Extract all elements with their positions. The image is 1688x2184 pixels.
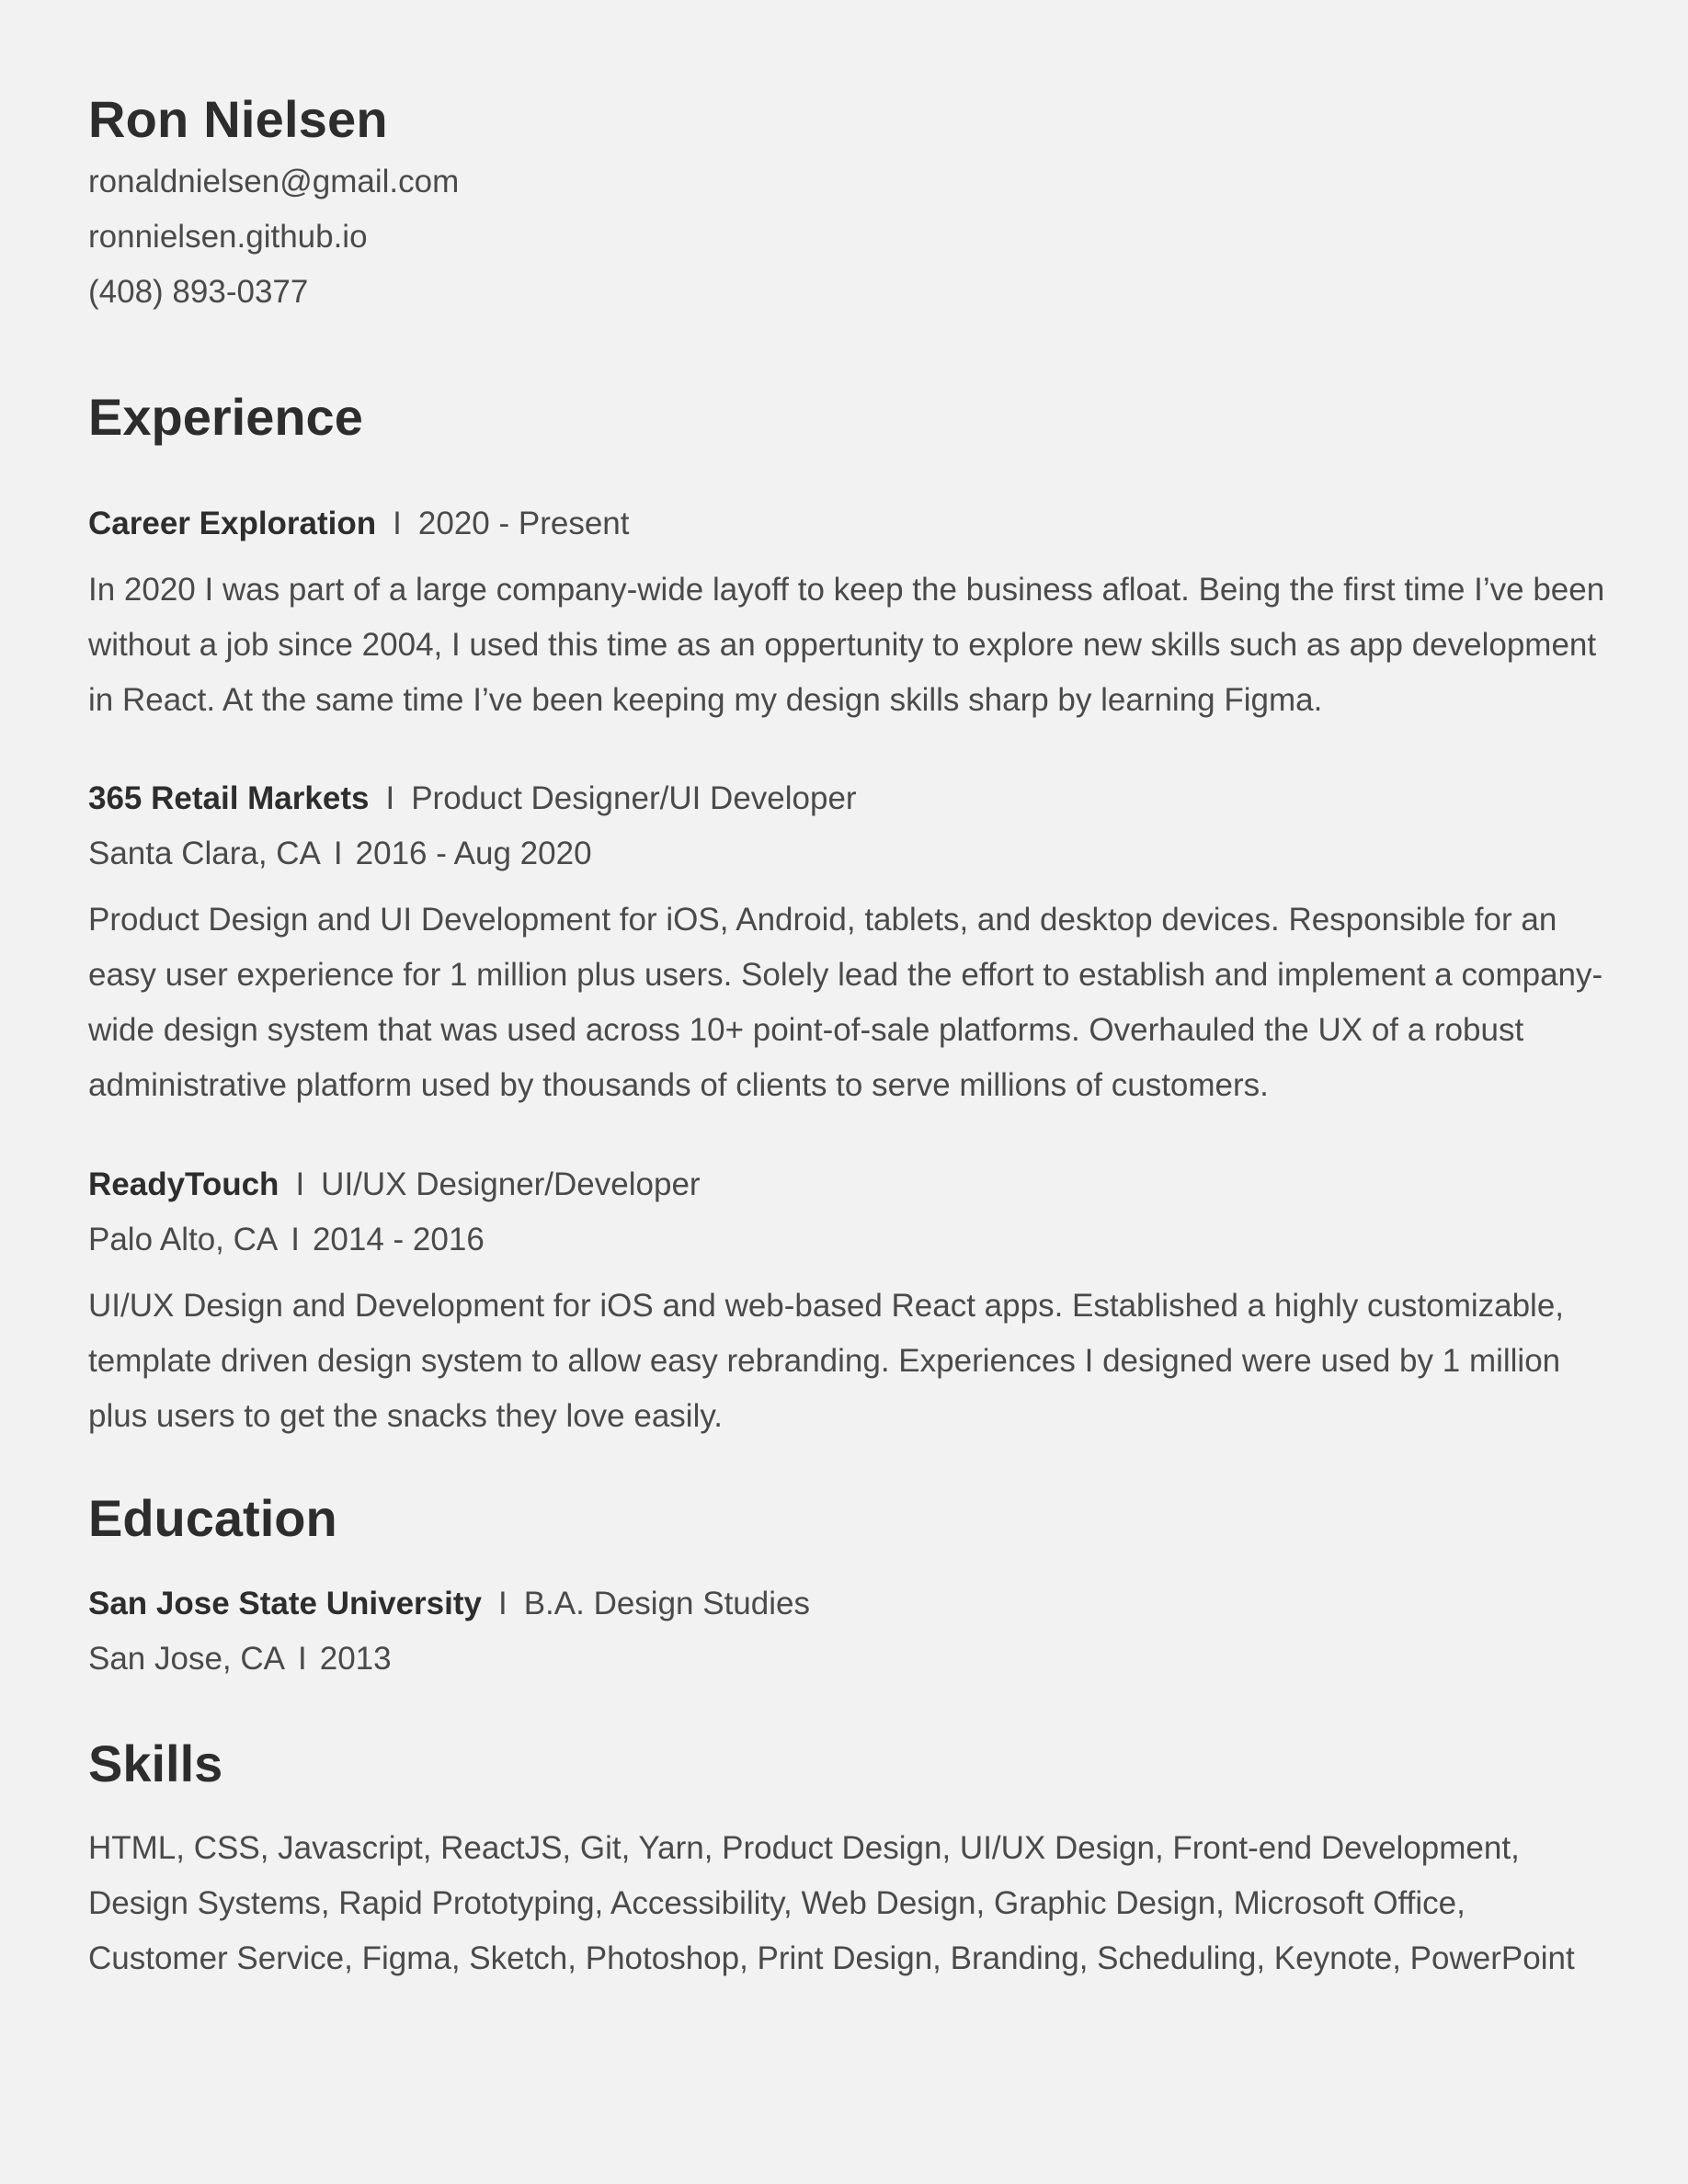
experience-org: 365 Retail Markets — [88, 780, 370, 816]
education-header: San Jose State University I B.A. Design St… — [88, 1576, 810, 1632]
separator: I — [298, 1641, 307, 1677]
education-meta: San Jose, CA I 2013 — [88, 1632, 392, 1687]
experience-role: UI/UX Designer/Developer — [321, 1166, 701, 1202]
education-school: San Jose State University — [88, 1586, 482, 1621]
separator: I — [291, 1222, 300, 1257]
experience-location: Palo Alto, CA — [88, 1222, 279, 1257]
contact-website: ronnielsen.github.io — [88, 219, 368, 255]
resume-page: Ron Nielsen ronaldnielsen@gmail.com ronn… — [0, 0, 1688, 2184]
contact-phone: (408) 893-0377 — [88, 274, 309, 310]
experience-description: In 2020 I was part of a large company-wi… — [88, 572, 1605, 718]
experience-entry-3-meta: Palo Alto, CA I 2014 - 2016 — [88, 1212, 485, 1268]
separator: I — [497, 1586, 508, 1621]
experience-location: Santa Clara, CA — [88, 836, 321, 871]
experience-entry-2-meta: Santa Clara, CA I 2016 - Aug 2020 — [88, 826, 592, 882]
contact-info: ronaldnielsen@gmail.com ronnielsen.githu… — [88, 154, 459, 320]
skills-list: HTML, CSS, Javascript, ReactJS, Git, Yar… — [88, 1830, 1575, 1976]
experience-role: Product Designer/UI Developer — [411, 780, 857, 816]
education-heading: Education — [88, 1489, 337, 1547]
separator: I — [333, 836, 343, 871]
experience-org: Career Exploration — [88, 506, 377, 541]
experience-heading: Experience — [88, 388, 363, 446]
separator: I — [393, 506, 402, 541]
education-degree: B.A. Design Studies — [523, 1586, 810, 1621]
experience-dates: 2016 - Aug 2020 — [355, 836, 592, 871]
education-year: 2013 — [319, 1641, 392, 1677]
experience-entry-1-header: Career Exploration I 2020 - Present — [88, 496, 629, 552]
experience-description: Product Design and UI Development for iO… — [88, 902, 1603, 1103]
experience-entry-2-header: 365 Retail Markets I Product Designer/UI D… — [88, 771, 857, 826]
experience-dates: 2020 - Present — [417, 506, 630, 541]
separator: I — [385, 780, 395, 816]
experience-description: UI/UX Design and Development for iOS and… — [88, 1288, 1565, 1434]
contact-email: ronaldnielsen@gmail.com — [88, 164, 460, 199]
skills-heading: Skills — [88, 1735, 223, 1792]
resume-name: Ron Nielsen — [88, 90, 388, 148]
separator: I — [295, 1166, 305, 1202]
experience-entry-3-header: ReadyTouch I UI/UX Designer/Developer — [88, 1157, 701, 1212]
experience-dates: 2014 - 2016 — [312, 1222, 485, 1257]
education-location: San Jose, CA — [88, 1641, 285, 1677]
experience-org: ReadyTouch — [88, 1166, 279, 1202]
